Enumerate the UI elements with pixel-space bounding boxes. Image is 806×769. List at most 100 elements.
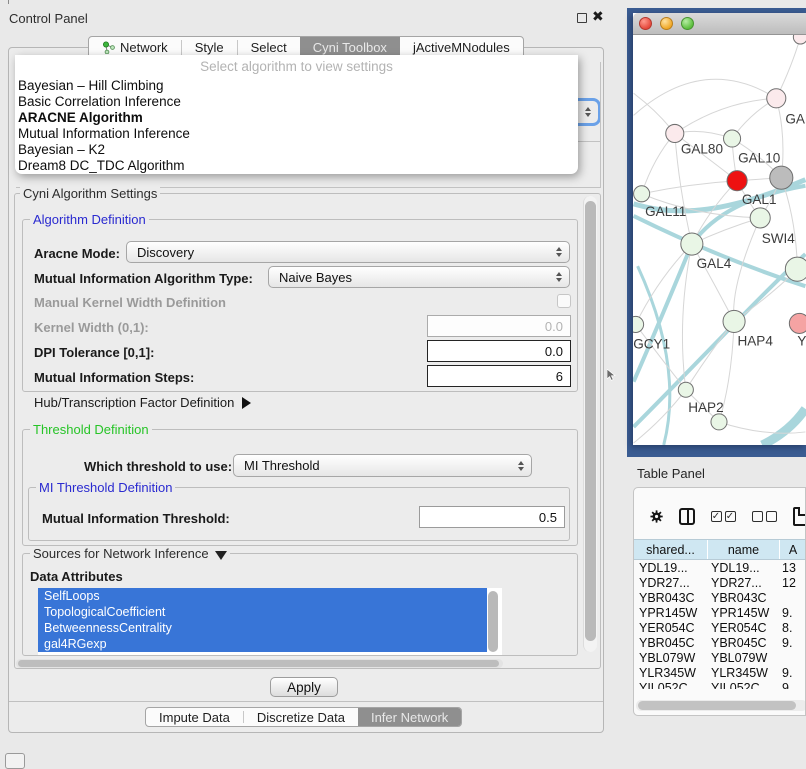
node-label: GAL80 [681,142,723,157]
node-salmon[interactable] [789,313,806,333]
select-all-checks-icon[interactable]: ✓ ✓ [711,511,736,522]
table-row[interactable]: YER054CYER054C8. [634,621,806,636]
table-body: YDL19...YDL19...13 YDR27...YDR27...12 YB… [634,561,806,689]
deselect-all-checks-icon[interactable] [752,511,777,522]
columns-icon[interactable] [679,508,694,525]
table-hscrollbar-thumb[interactable] [638,701,796,710]
node-gal-partial[interactable] [767,89,786,108]
stepper-icon [556,247,562,257]
tab-discretize-data[interactable]: Discretize Data [244,708,358,726]
mi-type-label: Mutual Information Algorithm Type: [34,271,253,286]
field-value: 0.0 [545,344,563,359]
node-label: HAP4 [737,334,773,349]
field-value: 0.5 [539,510,557,525]
table-row[interactable]: YPR145WYPR145W9. [634,606,806,621]
dropdown-item[interactable]: Dream8 DC_TDC Algorithm [15,158,578,174]
dropdown-item-selected[interactable]: ARACNE Algorithm [15,110,578,126]
tab-impute-data[interactable]: Impute Data [146,708,243,726]
table-row[interactable]: YBR043CYBR043C [634,591,806,606]
document-icon[interactable] [793,507,806,526]
node-label: GAL11 [645,204,686,219]
cell: YIL052C [706,681,778,689]
combobox-value: MI Threshold [244,458,320,473]
tab-label: Infer Network [371,710,448,725]
cell: YPR145W [706,606,778,621]
node-hap4[interactable] [723,310,745,332]
list-item[interactable]: gal4RGexp [38,636,487,652]
close-icon[interactable]: ✖ [592,8,604,25]
node-unlabeled[interactable] [793,35,806,44]
node-label: GCY1 [633,337,670,352]
column-header[interactable]: shared... [634,540,708,559]
mi-steps-field[interactable]: 6 [427,365,571,387]
node-hap2[interactable] [678,382,693,397]
checked-box-icon: ✓ [711,511,722,522]
control-panel: Control Panel ✖ Network Style Select Cyn… [0,0,612,762]
dropdown-item[interactable]: Basic Correlation Inference [15,94,578,110]
hub-definition-disclosure[interactable]: Hub/Transcription Factor Definition [34,395,251,410]
network-canvas[interactable]: GAL GAL80 GAL10 GAL1 GAL11 SWI4 GAL4 GCY… [633,35,806,445]
node-gray[interactable] [770,166,793,189]
algorithm-dropdown: Select algorithm to view settings Bayesi… [15,55,578,174]
dropdown-item[interactable]: Bayesian – K2 [15,142,578,158]
node-bottom[interactable] [711,414,727,430]
column-header[interactable]: name [708,540,780,559]
cell [778,651,806,666]
dpi-tolerance-field[interactable]: 0.0 [427,340,571,362]
combobox-value: Naive Bayes [279,270,352,285]
list-item[interactable]: SelfLoops [38,588,487,604]
table-row[interactable]: YBL079WYBL079W [634,651,806,666]
node-gal1[interactable] [750,208,770,228]
node-gal80[interactable] [666,124,684,142]
panel-title: Control Panel [9,11,88,26]
list-item[interactable]: TopologicalCoefficient [38,604,487,620]
table-row[interactable]: YBR045CYBR045C9. [634,636,806,651]
table-row[interactable]: YIL052CYIL052C9 [634,681,806,689]
zoom-button[interactable] [681,17,694,30]
column-header[interactable]: A [780,540,806,559]
tab-infer-network[interactable]: Infer Network [358,708,461,726]
network-window-titlebar[interactable] [633,13,806,35]
cell: YLR345W [706,666,778,681]
table-row[interactable]: YDR27...YDR27...12 [634,576,806,591]
mi-type-combobox[interactable]: Naive Bayes [268,266,570,288]
cell: YBR043C [706,591,778,606]
dropdown-item[interactable]: Bayesian – Hill Climbing [15,78,578,94]
minimize-button[interactable] [660,17,673,30]
dropdown-prompt: Select algorithm to view settings [15,55,578,78]
list-item[interactable]: BetweennessCentrality [38,620,487,636]
tab-label: Cyni Toolbox [313,40,387,55]
cell: YBR045C [634,636,706,651]
which-threshold-combobox[interactable]: MI Threshold [233,454,532,477]
restore-icon[interactable] [577,13,587,23]
node-gal10[interactable] [724,130,741,147]
node-gal4[interactable] [681,233,703,255]
settings-hscrollbar-thumb[interactable] [18,660,499,667]
group-title: Threshold Definition [30,423,152,436]
table-row[interactable]: YLR345WYLR345W9. [634,666,806,681]
mi-threshold-label: Mutual Information Threshold: [42,511,230,526]
minimized-panel-icon[interactable] [5,753,25,769]
aracne-mode-combobox[interactable]: Discovery [126,241,570,263]
settings-hscrollbar[interactable] [16,659,503,668]
node-gal11[interactable] [634,186,650,202]
node-red-selected[interactable] [727,171,747,191]
sources-disclosure[interactable]: Sources for Network Inference [30,547,230,560]
node-large-green[interactable] [785,257,806,281]
manual-kernel-checkbox[interactable] [557,294,571,308]
mi-threshold-field[interactable]: 0.5 [419,506,565,528]
settings-vscrollbar-thumb[interactable] [585,201,596,641]
groupbox-edge [600,62,601,188]
gear-icon[interactable] [650,509,663,524]
close-button[interactable] [639,17,652,30]
kernel-width-field[interactable]: 0.0 [427,315,571,337]
dropdown-item[interactable]: Mutual Information Inference [15,126,578,142]
list-vscrollbar-thumb[interactable] [488,591,498,652]
node-gcy1[interactable] [633,316,644,332]
settings-vscrollbar[interactable] [583,196,597,652]
divider [9,701,603,702]
apply-button[interactable]: Apply [270,677,338,697]
table-row[interactable]: YDL19...YDL19...13 [634,561,806,576]
cell: YDL19... [634,561,706,576]
stepper-icon [585,107,591,117]
